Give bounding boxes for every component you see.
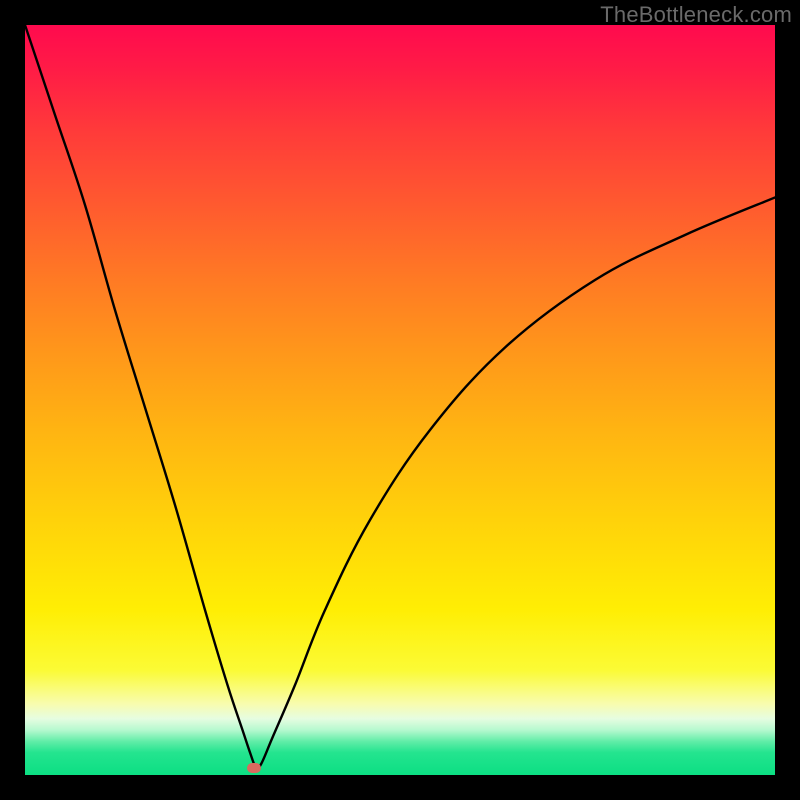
optimal-point-marker	[247, 763, 261, 773]
plot-area	[25, 25, 775, 775]
chart-frame: TheBottleneck.com	[0, 0, 800, 800]
bottleneck-curve	[25, 25, 775, 775]
